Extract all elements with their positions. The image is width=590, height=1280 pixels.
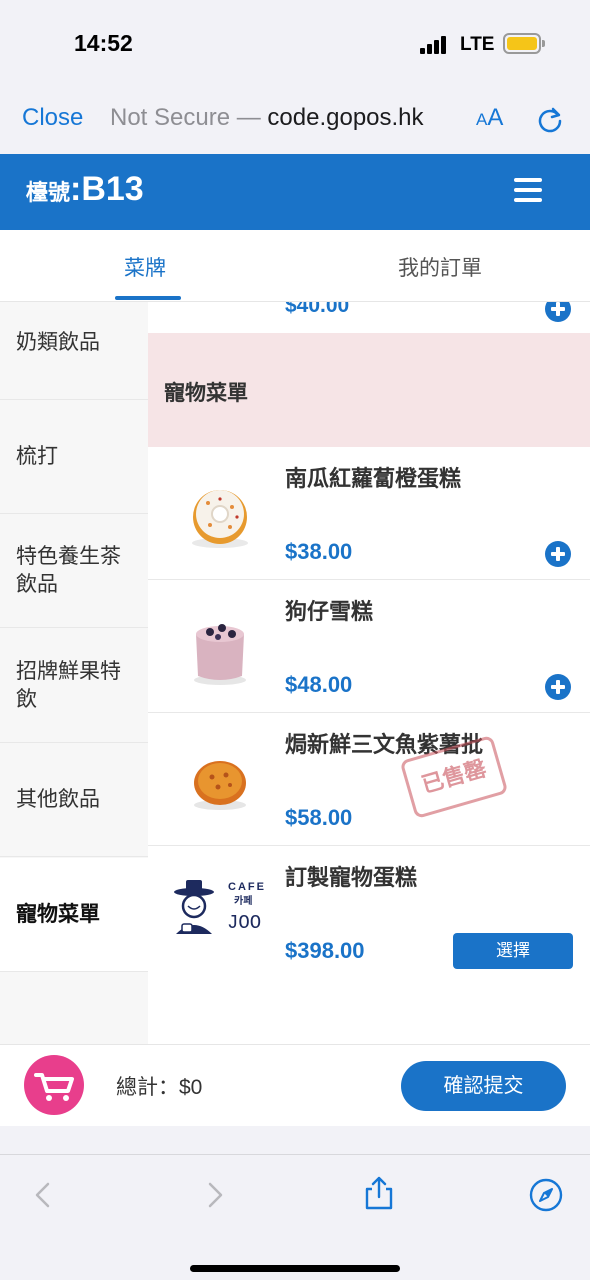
item-name: 訂製寵物蛋糕 <box>285 865 418 890</box>
add-item-button[interactable] <box>545 674 571 700</box>
item-price: $398.00 <box>285 938 365 963</box>
sidebar-item-label: 梳打 <box>16 444 58 468</box>
address-field[interactable]: Not Secure — code.gopos.hk <box>110 104 424 132</box>
shopping-cart-icon[interactable] <box>24 1055 84 1115</box>
item-price: $38.00 <box>285 539 353 564</box>
sidebar-item-fruit-drinks[interactable]: 招牌鮮果特飲 <box>0 629 148 743</box>
donut-cake-image <box>192 490 248 548</box>
table-sep: : <box>70 170 82 208</box>
sidebar-item-label: 招牌鮮果特飲 <box>16 659 121 711</box>
table-label: 檯號 <box>26 180 71 205</box>
network-label: LTE <box>460 34 495 55</box>
section-title: 寵物菜單 <box>164 382 248 405</box>
menu-item[interactable]: 南瓜紅蘿蔔橙蛋糕 $38.00 <box>148 447 590 580</box>
item-price: $48.00 <box>285 672 353 697</box>
total-value: $0 <box>179 1076 203 1099</box>
confirm-submit-button[interactable]: 確認提交 <box>401 1061 566 1111</box>
hamburger-menu-icon[interactable] <box>514 178 542 202</box>
app-header: 檯號:B13 <box>0 154 590 230</box>
section-header: 寵物菜單 <box>148 333 590 447</box>
item-price: $58.00 <box>285 805 353 830</box>
salmon-pie-image <box>194 761 246 810</box>
table-value: B13 <box>81 170 144 208</box>
text-size-large-label: A <box>487 104 504 131</box>
close-button[interactable]: Close <box>22 104 83 132</box>
menu-list: $40.00 寵物菜單 南瓜紅蘿蔔橙蛋糕 $38.00 狗仔雪糕 $48.00 <box>148 302 590 1044</box>
sidebar-item-dairy-drinks[interactable]: 奶類飲品 <box>0 286 148 400</box>
address-host: code.gopos.hk <box>267 104 424 131</box>
item-name: 南瓜紅蘿蔔橙蛋糕 <box>285 466 462 491</box>
select-button[interactable]: 選擇 <box>453 933 573 969</box>
sidebar-item-label: 寵物菜單 <box>16 902 100 926</box>
status-bar: 14:52 LTE <box>0 0 590 88</box>
sidebar-item-soda[interactable]: 梳打 <box>0 400 148 514</box>
status-time: 14:52 <box>74 30 133 56</box>
not-secure-label: Not Secure — <box>110 104 268 131</box>
item-name: 狗仔雪糕 <box>285 599 374 624</box>
total-label: 總計： <box>116 1076 179 1099</box>
cart-total: 總計：$0 <box>116 1071 202 1101</box>
category-sidebar: 奶類飲品 梳打 特色養生茶飲品 招牌鮮果特飲 其他飲品 寵物菜單 <box>0 302 148 1044</box>
logo-text-cafe: CAFE <box>228 881 266 893</box>
sidebar-item-label: 其他飲品 <box>16 787 100 811</box>
sidebar-item-label: 奶類飲品 <box>16 330 100 354</box>
item-price: $40.00 <box>285 302 350 317</box>
home-indicator <box>190 1265 400 1272</box>
signal-icon <box>420 36 450 54</box>
cart-bar: 總計：$0 確認提交 <box>0 1044 590 1126</box>
menu-item: 焗新鮮三文魚紫薯批 已售罄 $58.00 <box>148 713 590 846</box>
sidebar-item-herbal-tea[interactable]: 特色養生茶飲品 <box>0 514 148 628</box>
logo-text-joo: JOO <box>227 912 261 934</box>
share-icon[interactable] <box>362 1175 396 1211</box>
browser-toolbar <box>0 1154 590 1280</box>
forward-icon[interactable] <box>198 1179 230 1211</box>
text-size-small-label: A <box>476 110 488 129</box>
add-item-button[interactable] <box>545 541 571 567</box>
table-number: 檯號:B13 <box>26 170 144 209</box>
logo-text-korean: 카페 <box>234 894 252 907</box>
sidebar-item-label: 特色養生茶飲品 <box>16 544 121 596</box>
menu-item[interactable]: 狗仔雪糕 $48.00 <box>148 580 590 713</box>
compass-icon[interactable] <box>528 1177 564 1213</box>
back-icon[interactable] <box>28 1179 60 1211</box>
cafe-joo-logo: CAFE 카페 JOO <box>174 880 266 934</box>
text-size-button[interactable]: AA <box>476 104 503 132</box>
menu-item[interactable]: CAFE 카페 JOO 訂製寵物蛋糕 $398.00 選擇 <box>148 846 590 979</box>
battery-icon <box>503 33 545 54</box>
sidebar-item-other-drinks[interactable]: 其他飲品 <box>0 743 148 857</box>
add-item-button[interactable] <box>545 302 571 322</box>
reload-icon[interactable] <box>536 106 564 134</box>
sidebar-item-pet-menu[interactable]: 寵物菜單 <box>0 858 148 972</box>
browser-address-bar: Close Not Secure — code.gopos.hk AA <box>0 88 590 154</box>
pet-ice-cream-image <box>194 624 246 685</box>
tab-my-orders[interactable]: 我的訂單 <box>398 252 482 282</box>
tab-menu[interactable]: 菜牌 <box>124 252 166 282</box>
